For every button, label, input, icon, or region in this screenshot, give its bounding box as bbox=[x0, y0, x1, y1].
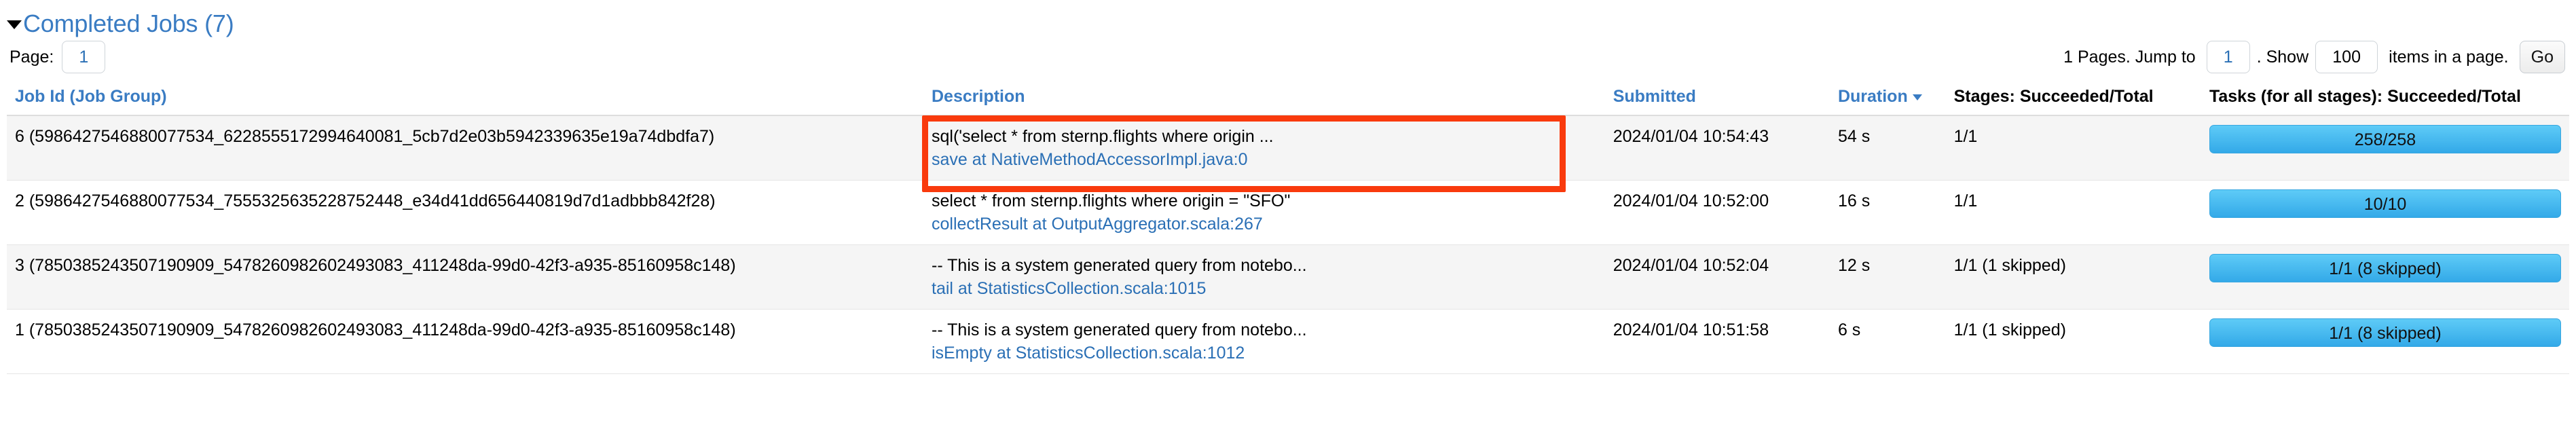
table-row: 6 (5986427546880077534_62285551729946400… bbox=[7, 115, 2569, 192]
table-row: 2 (5986427546880077534_75553256352287524… bbox=[7, 180, 2569, 245]
pages-count-text: 1 Pages. Jump to bbox=[2063, 48, 2196, 67]
description-wrapper: select * from sternp.flights where origi… bbox=[932, 189, 1597, 236]
description-job-link[interactable]: isEmpty at StatisticsCollection.scala:10… bbox=[932, 341, 1597, 365]
page-title[interactable]: Completed Jobs (7) bbox=[23, 10, 234, 37]
go-button[interactable]: Go bbox=[2519, 41, 2565, 73]
show-text: . Show bbox=[2256, 48, 2309, 67]
table-body: 6 (5986427546880077534_62285551729946400… bbox=[7, 115, 2569, 374]
table-row: 3 (7850385243507190909_54782609826024930… bbox=[7, 244, 2569, 310]
cell-tasks: 10/10 bbox=[2201, 180, 2569, 245]
cell-job-id: 2 (5986427546880077534_75553256352287524… bbox=[7, 180, 923, 245]
tasks-progress-bar: 10/10 bbox=[2209, 189, 2561, 218]
completed-jobs-page: Completed Jobs (7) Page: 1 Pages. Jump t… bbox=[0, 0, 2576, 444]
column-header-label: Stages: Succeeded/Total bbox=[1953, 87, 2154, 106]
description-text: -- This is a system generated query from… bbox=[932, 256, 1307, 275]
cell-tasks: 1/1 (8 skipped) bbox=[2201, 309, 2569, 374]
pagination-right: 1 Pages. Jump to . Show items in a page.… bbox=[2063, 41, 2565, 73]
pagination-left: Page: bbox=[10, 41, 106, 73]
tasks-progress-label: 10/10 bbox=[2363, 195, 2407, 214]
tasks-progress-label: 1/1 (8 skipped) bbox=[2329, 324, 2442, 343]
completed-jobs-table: Job Id (Job Group) Description Submitted Du… bbox=[7, 80, 2569, 374]
table-header-row: Job Id (Job Group) Description Submitted Du… bbox=[7, 80, 2569, 116]
table-row: 1 (7850385243507190909_54782609826024930… bbox=[7, 309, 2569, 374]
cell-submitted: 2024/01/04 10:52:00 bbox=[1604, 180, 1830, 245]
cell-stages: 1/1 bbox=[1945, 180, 2201, 245]
cell-job-id: 3 (7850385243507190909_54782609826024930… bbox=[7, 244, 923, 310]
cell-duration: 12 s bbox=[1829, 244, 1946, 310]
description-text: sql('select * from sternp.flights where … bbox=[932, 127, 1274, 146]
description-job-link[interactable]: save at NativeMethodAccessorImpl.java:0 bbox=[932, 148, 1597, 171]
tasks-progress-bar: 1/1 (8 skipped) bbox=[2209, 318, 2561, 347]
caret-down-icon[interactable] bbox=[7, 20, 22, 29]
items-in-page-text: items in a page. bbox=[2389, 48, 2509, 67]
cell-description: select * from sternp.flights where origi… bbox=[923, 180, 1605, 245]
column-header-tasks: Tasks (for all stages): Succeeded/Total bbox=[2201, 80, 2569, 116]
tasks-progress-bar: 258/258 bbox=[2209, 125, 2561, 153]
description-wrapper: -- This is a system generated query from… bbox=[932, 254, 1597, 300]
column-header-label: Job Id (Job Group) bbox=[15, 87, 167, 106]
cell-tasks: 258/258 bbox=[2201, 115, 2569, 181]
cell-stages: 1/1 (1 skipped) bbox=[1945, 309, 2201, 374]
description-text: -- This is a system generated query from… bbox=[932, 320, 1307, 339]
column-header-label: Duration bbox=[1837, 87, 1908, 106]
tasks-progress-label: 258/258 bbox=[2354, 130, 2416, 149]
cell-duration: 54 s bbox=[1829, 115, 1946, 181]
column-header-stages: Stages: Succeeded/Total bbox=[1945, 80, 2201, 116]
tasks-progress-bar: 1/1 (8 skipped) bbox=[2209, 254, 2561, 282]
cell-description: sql('select * from sternp.flights where … bbox=[922, 115, 1605, 192]
description-wrapper: -- This is a system generated query from… bbox=[932, 318, 1597, 365]
cell-description: -- This is a system generated query from… bbox=[923, 244, 1605, 310]
description-wrapper: sql('select * from sternp.flights where … bbox=[922, 115, 1597, 192]
tasks-progress-label: 1/1 (8 skipped) bbox=[2329, 259, 2442, 278]
completed-jobs-section-header[interactable]: Completed Jobs (7) bbox=[0, 0, 2576, 37]
description-text: select * from sternp.flights where origi… bbox=[932, 191, 1291, 210]
cell-duration: 16 s bbox=[1829, 180, 1946, 245]
page-label: Page: bbox=[10, 48, 54, 67]
cell-duration: 6 s bbox=[1829, 309, 1946, 374]
cell-submitted: 2024/01/04 10:52:04 bbox=[1604, 244, 1830, 310]
cell-job-id: 6 (5986427546880077534_62285551729946400… bbox=[7, 115, 923, 181]
cell-stages: 1/1 bbox=[1945, 115, 2201, 181]
cell-submitted: 2024/01/04 10:54:43 bbox=[1604, 115, 1830, 181]
column-header-submitted[interactable]: Submitted bbox=[1604, 80, 1830, 116]
description-job-link[interactable]: collectResult at OutputAggregator.scala:… bbox=[932, 212, 1597, 236]
cell-tasks: 1/1 (8 skipped) bbox=[2201, 244, 2569, 310]
cell-job-id: 1 (7850385243507190909_54782609826024930… bbox=[7, 309, 923, 374]
column-header-duration[interactable]: Duration bbox=[1829, 80, 1946, 116]
sort-descending-icon bbox=[1912, 94, 1922, 100]
column-header-label: Submitted bbox=[1613, 87, 1696, 106]
description-job-link[interactable]: tail at StatisticsCollection.scala:1015 bbox=[932, 277, 1597, 300]
cell-description: -- This is a system generated query from… bbox=[923, 309, 1605, 374]
column-header-description[interactable]: Description bbox=[923, 80, 1605, 116]
column-header-label: Tasks (for all stages): Succeeded/Total bbox=[2209, 87, 2521, 106]
page-input[interactable] bbox=[62, 41, 106, 73]
table-head: Job Id (Job Group) Description Submitted Du… bbox=[7, 80, 2569, 116]
cell-stages: 1/1 (1 skipped) bbox=[1945, 244, 2201, 310]
cell-submitted: 2024/01/04 10:51:58 bbox=[1604, 309, 1830, 374]
column-header-job_id[interactable]: Job Id (Job Group) bbox=[7, 80, 923, 116]
column-header-label: Description bbox=[932, 87, 1025, 106]
jump-to-input[interactable] bbox=[2206, 41, 2250, 73]
pagination-bar: Page: 1 Pages. Jump to . Show items in a… bbox=[0, 35, 2576, 80]
items-per-page-input[interactable] bbox=[2315, 41, 2378, 73]
